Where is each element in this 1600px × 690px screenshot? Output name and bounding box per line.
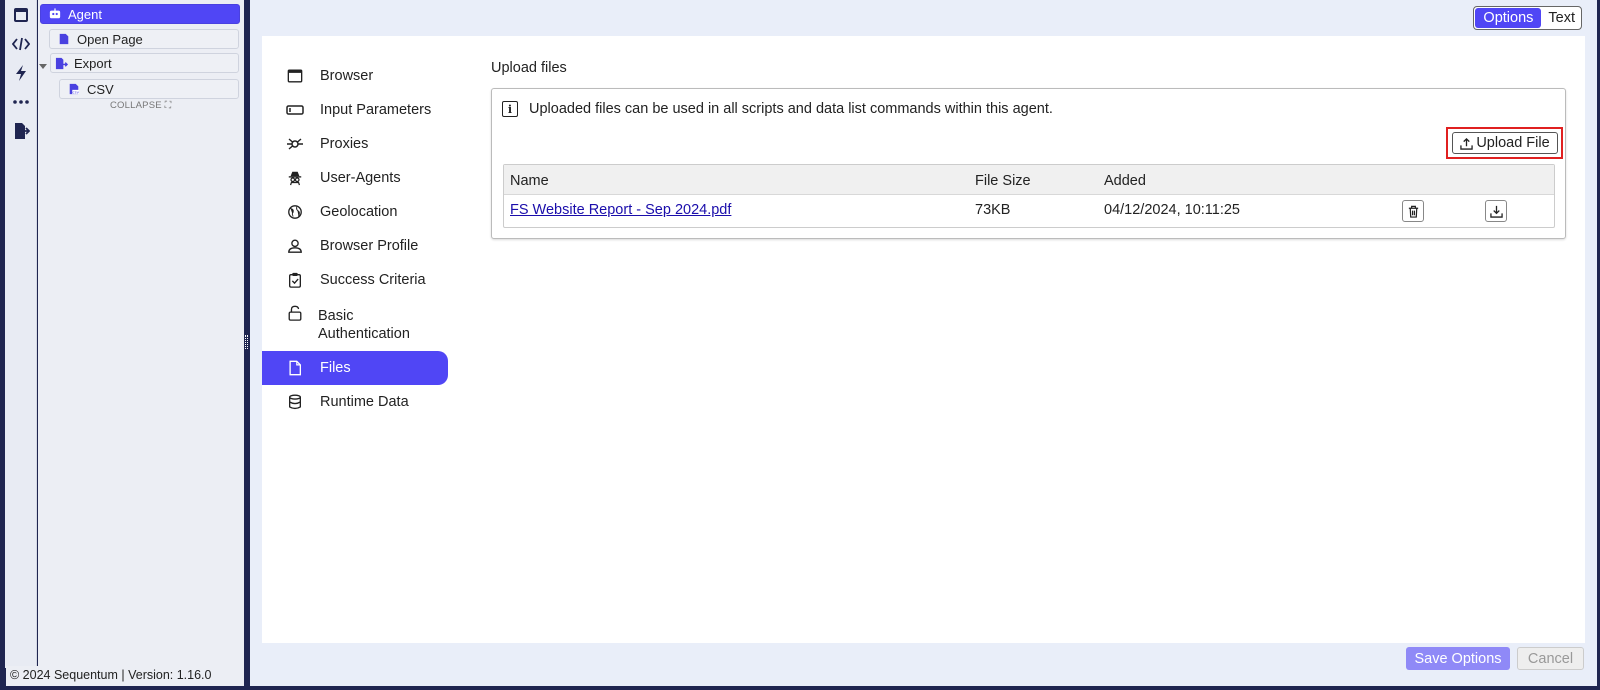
lightning-icon[interactable]	[11, 63, 31, 83]
download-icon	[1489, 205, 1503, 218]
browser-window-icon	[286, 67, 304, 85]
nav-item-proxies[interactable]: Proxies	[262, 127, 448, 161]
export-icon[interactable]	[11, 121, 31, 141]
csv-file-icon: csv	[67, 82, 81, 96]
clipboard-check-icon	[286, 271, 304, 289]
page-icon	[57, 32, 71, 46]
tree-item-label: Export	[74, 55, 112, 71]
network-icon	[286, 135, 304, 153]
tree-item-label: CSV	[87, 81, 114, 97]
unlock-icon	[286, 304, 304, 322]
nav-item-label: Browser	[320, 68, 374, 84]
upload-icon	[1460, 137, 1474, 150]
text-toggle-button[interactable]: Text	[1542, 7, 1581, 29]
agent-spy-icon	[286, 169, 304, 187]
browser-window-icon[interactable]	[11, 5, 31, 25]
tree-item-csv[interactable]: csv CSV	[59, 79, 239, 99]
column-header-added[interactable]: Added	[1104, 173, 1146, 189]
download-file-button[interactable]	[1485, 200, 1507, 222]
upload-file-button[interactable]: Upload File	[1452, 132, 1558, 154]
nav-item-basic-authentication[interactable]: Basic Authentication	[262, 301, 448, 342]
upload-files-panel: i Uploaded files can be used in all scri…	[491, 88, 1566, 239]
input-field-icon	[286, 101, 304, 119]
file-name-link[interactable]: FS Website Report - Sep 2024.pdf	[510, 202, 731, 218]
robot-icon	[48, 7, 62, 21]
tree-item-open-page[interactable]: Open Page	[49, 29, 239, 49]
column-header-name[interactable]: Name	[510, 173, 549, 189]
nav-item-label: Proxies	[320, 136, 369, 152]
file-icon	[286, 359, 304, 377]
nav-item-browser-profile[interactable]: Browser Profile	[262, 229, 448, 263]
globe-icon	[286, 203, 304, 221]
collapse-button[interactable]: COLLAPSE ⛶	[110, 100, 171, 111]
upload-file-label: Upload File	[1476, 135, 1550, 151]
export-icon	[54, 56, 68, 70]
code-icon[interactable]	[11, 34, 31, 54]
nav-item-input-parameters[interactable]: Input Parameters	[262, 93, 448, 127]
more-icon[interactable]	[11, 92, 31, 112]
nav-item-label: Geolocation	[320, 204, 398, 220]
nav-item-geolocation[interactable]: Geolocation	[262, 195, 448, 229]
agent-tree-panel: Agent Open Page Export csv CSV COLLAPSE …	[38, 0, 244, 668]
nav-item-label: User-Agents	[320, 170, 401, 186]
splitter-grip-icon[interactable]	[245, 335, 248, 349]
caret-down-icon[interactable]	[38, 58, 48, 69]
nav-item-user-agents[interactable]: User-Agents	[262, 161, 448, 195]
icon-rail	[5, 0, 37, 668]
user-profile-icon	[286, 237, 304, 255]
nav-item-label: Files	[320, 360, 351, 376]
section-title: Upload files	[491, 60, 567, 76]
column-header-file-size[interactable]: File Size	[975, 173, 1031, 189]
nav-item-browser[interactable]: Browser	[262, 59, 448, 93]
trash-icon	[1408, 205, 1418, 218]
nav-item-label: Runtime Data	[320, 394, 409, 410]
table-header: Name File Size Added	[504, 165, 1554, 195]
nav-item-label: Basic Authentication	[318, 308, 410, 342]
version-footer: © 2024 Sequentum | Version: 1.16.0	[6, 666, 244, 686]
tree-item-agent[interactable]: Agent	[40, 4, 240, 24]
cancel-button[interactable]: Cancel	[1517, 647, 1584, 670]
nav-item-label: Input Parameters	[320, 102, 432, 118]
nav-item-files[interactable]: Files	[262, 351, 448, 385]
view-toggle: Options Text	[1473, 6, 1582, 30]
nav-item-label: Success Criteria	[320, 272, 426, 288]
file-size: 73KB	[975, 202, 1011, 218]
nav-item-runtime-data[interactable]: Runtime Data	[262, 385, 448, 419]
files-table: Name File Size Added FS Website Report -…	[503, 164, 1555, 228]
tree-item-label: Agent	[68, 6, 102, 22]
database-icon	[286, 393, 304, 411]
nav-item-success-criteria[interactable]: Success Criteria	[262, 263, 448, 297]
file-added-date: 04/12/2024, 10:11:25	[1104, 202, 1240, 218]
save-options-button[interactable]: Save Options	[1406, 647, 1510, 670]
svg-text:csv: csv	[73, 90, 80, 95]
tree-item-export[interactable]: Export	[50, 53, 239, 73]
nav-item-label: Browser Profile	[320, 238, 419, 254]
delete-file-button[interactable]	[1402, 200, 1424, 222]
info-icon: i	[502, 101, 518, 117]
options-toggle-button[interactable]: Options	[1475, 8, 1542, 28]
tree-item-label: Open Page	[77, 31, 143, 47]
info-text: Uploaded files can be used in all script…	[529, 101, 1053, 117]
